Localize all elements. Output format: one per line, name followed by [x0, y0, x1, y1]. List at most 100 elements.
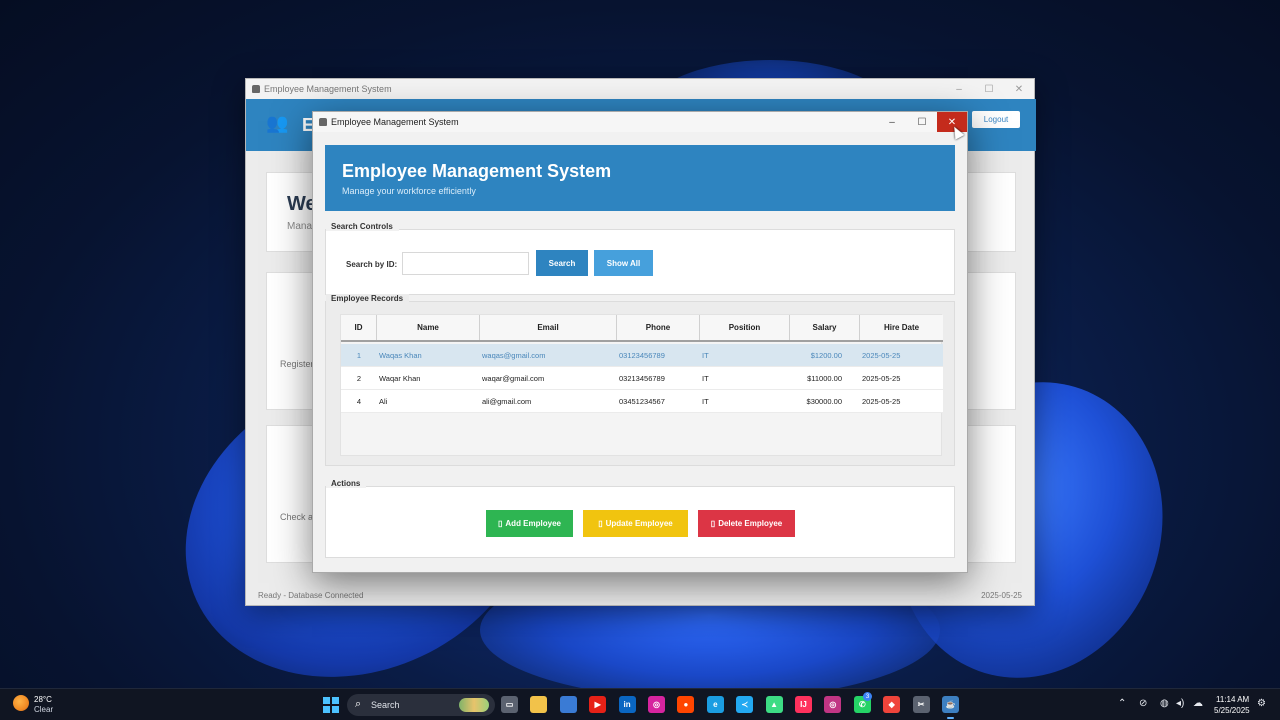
- delete-employee-label: Delete Employee: [718, 519, 783, 528]
- add-employee-button[interactable]: ▯ Add Employee: [486, 510, 573, 537]
- start-button[interactable]: [323, 697, 339, 713]
- search-button[interactable]: Search: [536, 250, 588, 276]
- table-row[interactable]: 2 Waqar Khan waqar@gmail.com 03213456789…: [341, 367, 943, 390]
- instagram-icon[interactable]: ◎: [648, 696, 665, 713]
- cell-salary: $11000.00: [807, 374, 842, 383]
- instagram-2-icon[interactable]: ◎: [824, 696, 842, 713]
- clock-time[interactable]: 11:14 AM: [1216, 695, 1249, 704]
- weather-description[interactable]: Clear: [34, 705, 53, 714]
- cell-salary: $30000.00: [806, 397, 842, 406]
- window-titlebar[interactable]: Employee Management System – ☐ ✕: [246, 79, 1034, 99]
- cell-email: ali@gmail.com: [482, 397, 532, 406]
- search-id-input[interactable]: [402, 252, 529, 275]
- vscode-icon[interactable]: ≺: [736, 696, 754, 713]
- anydesk-icon[interactable]: ◆: [883, 696, 901, 713]
- update-employee-button[interactable]: ▯ Update Employee: [583, 510, 688, 537]
- notification-bell-icon[interactable]: ⚙: [1257, 698, 1266, 709]
- cell-position: IT: [702, 351, 709, 360]
- register-text: Register: [280, 359, 314, 369]
- taskbar: 28°C Clear ⌕ Search ▭ ▶ in ◎ ● e ≺ ▲ IJ ◎ ✆ ◆ ✂ ☕ 3 ⌃…: [0, 688, 1280, 720]
- cell-name: Waqar Khan: [379, 374, 421, 383]
- plus-icon: ▯: [498, 519, 503, 528]
- weather-temperature[interactable]: 28°C: [34, 695, 52, 704]
- volume-icon[interactable]: ◂): [1176, 698, 1184, 709]
- column-header-position[interactable]: Position: [700, 315, 790, 340]
- java-app-icon[interactable]: ☕: [942, 696, 959, 719]
- trash-icon: ▯: [710, 519, 716, 528]
- status-date: 2025-05-25: [981, 591, 1022, 600]
- file-explorer-icon[interactable]: [530, 696, 548, 713]
- column-header-salary[interactable]: Salary: [790, 315, 860, 340]
- reddit-icon[interactable]: ●: [677, 696, 695, 713]
- cell-name: Waqas Khan: [379, 351, 422, 360]
- cell-email: waqas@gmail.com: [482, 351, 546, 360]
- windows-logo-icon: [332, 697, 339, 704]
- table-row[interactable]: 1 Waqas Khan waqas@gmail.com 03123456789…: [341, 344, 943, 367]
- android-studio-icon[interactable]: ▲: [765, 696, 783, 713]
- java-icon: [252, 85, 260, 93]
- store-icon[interactable]: [559, 696, 577, 713]
- linkedin-icon[interactable]: in: [618, 696, 636, 713]
- check-text: Check a: [280, 512, 314, 522]
- header-title: Employee Management System: [342, 161, 612, 181]
- column-header-phone[interactable]: Phone: [617, 315, 700, 340]
- cell-id: 4: [356, 397, 362, 406]
- column-header-hire-date[interactable]: Hire Date: [860, 315, 943, 340]
- group-legend: Employee Records: [326, 294, 410, 303]
- taskbar-search-label: Search: [371, 700, 400, 710]
- windows-logo-icon: [332, 706, 339, 713]
- cell-phone: 03451234567: [619, 397, 665, 406]
- network-off-icon[interactable]: ⊘: [1139, 698, 1147, 709]
- intellij-icon[interactable]: IJ: [795, 696, 812, 713]
- snipping-tool-icon[interactable]: ✂: [912, 696, 930, 713]
- logout-button[interactable]: Logout: [972, 111, 1020, 128]
- show-all-button[interactable]: Show All: [594, 250, 653, 276]
- column-header-email[interactable]: Email: [480, 315, 617, 340]
- actions-group: Actions ▯ Add Employee ▯ Update Employee…: [325, 479, 955, 558]
- status-text: Ready - Database Connected: [258, 591, 364, 600]
- close-button[interactable]: ✕: [1004, 79, 1034, 99]
- notification-badge: 3: [863, 692, 872, 701]
- window-title: Employee Management System: [331, 117, 459, 127]
- cell-salary: $1200.00: [810, 351, 842, 360]
- window-titlebar[interactable]: Employee Management System – ☐ ✕: [313, 112, 967, 132]
- table-row[interactable]: 4 Ali ali@gmail.com 03451234567 IT $3000…: [341, 390, 943, 413]
- app-header: Employee Management System Manage your w…: [325, 145, 955, 211]
- maximize-button[interactable]: ☐: [907, 112, 937, 132]
- cloud-icon[interactable]: ☁: [1193, 698, 1203, 709]
- minimize-button[interactable]: –: [944, 79, 974, 99]
- clock-date[interactable]: 5/25/2025: [1214, 706, 1250, 715]
- group-legend: Search Controls: [326, 222, 399, 231]
- edge-icon[interactable]: e: [706, 696, 724, 713]
- cell-hire-date: 2025-05-25: [862, 397, 901, 406]
- welcome-subtext: Mana: [287, 221, 313, 232]
- edit-icon: ▯: [598, 519, 603, 528]
- java-icon: [319, 118, 327, 126]
- chevron-up-icon[interactable]: ⌃: [1118, 698, 1126, 709]
- employee-records-group: Employee Records ID Name Email Phone Pos…: [325, 294, 955, 466]
- cell-position: IT: [702, 397, 709, 406]
- users-icon: 👥: [266, 113, 289, 133]
- cell-id: 2: [356, 374, 362, 383]
- maximize-button[interactable]: ☐: [974, 79, 1004, 99]
- employee-table[interactable]: ID Name Email Phone Position Salary Hire…: [340, 314, 943, 456]
- weather-icon[interactable]: [13, 695, 29, 711]
- youtube-icon[interactable]: ▶: [589, 696, 607, 713]
- search-icon: ⌕: [355, 698, 362, 710]
- taskbar-search[interactable]: ⌕ Search: [347, 694, 495, 716]
- column-header-name[interactable]: Name: [377, 315, 480, 340]
- column-header-id[interactable]: ID: [341, 315, 377, 340]
- update-employee-label: Update Employee: [605, 519, 673, 528]
- cell-hire-date: 2025-05-25: [862, 374, 901, 383]
- cell-position: IT: [702, 374, 709, 383]
- globe-icon[interactable]: ◍: [1160, 698, 1169, 709]
- employee-window[interactable]: Employee Management System – ☐ ✕ Employe…: [312, 111, 968, 573]
- table-header: ID Name Email Phone Position Salary Hire…: [341, 315, 943, 342]
- cell-id: 1: [356, 351, 362, 360]
- minimize-button[interactable]: –: [877, 112, 907, 132]
- cell-hire-date: 2025-05-25: [862, 351, 901, 360]
- delete-employee-button[interactable]: ▯ Delete Employee: [698, 510, 795, 537]
- status-bar: Ready - Database Connected 2025-05-25: [246, 585, 1034, 605]
- task-view-icon[interactable]: ▭: [501, 696, 518, 713]
- cell-phone: 03123456789: [619, 351, 665, 360]
